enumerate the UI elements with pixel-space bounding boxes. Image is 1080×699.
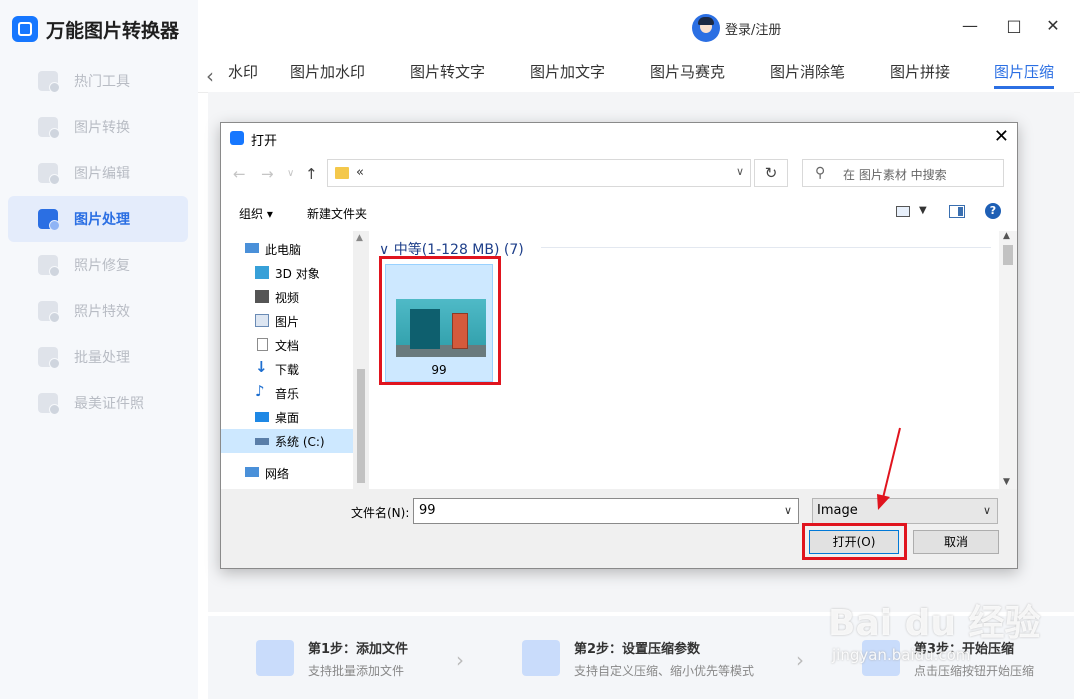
baidu-watermark-url: jingyan.baidu.com <box>832 646 971 664</box>
baidu-watermark: Bai du 经验 <box>828 603 1041 644</box>
